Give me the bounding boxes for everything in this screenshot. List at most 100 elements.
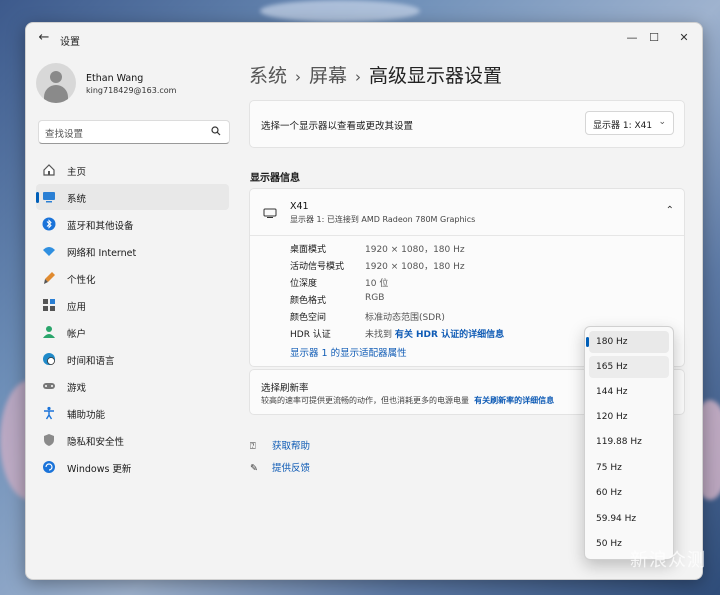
chevron-right-icon: › — [295, 68, 302, 86]
refresh-option-label: 59.94 Hz — [596, 514, 637, 524]
refresh-desc-text: 较高的速率可提供更流畅的动作，但也消耗更多的电源电量 — [261, 396, 469, 405]
info-row-value: 1920 × 1080，180 Hz — [365, 245, 465, 255]
user-email: king718429@163.com — [86, 86, 177, 95]
monitor-icon — [263, 208, 277, 218]
breadcrumb-system[interactable]: 系统 — [249, 65, 287, 87]
sidebar-item-accounts[interactable]: 帐户 — [36, 319, 229, 345]
sidebar-item-windows-update[interactable]: Windows 更新 — [36, 454, 229, 480]
refresh-info-link[interactable]: 有关刷新率的详细信息 — [474, 396, 554, 405]
refresh-option[interactable]: 120 Hz — [589, 406, 669, 428]
refresh-rate-description: 较高的速率可提供更流畅的动作，但也消耗更多的电源电量 有关刷新率的详细信息 — [261, 395, 554, 406]
sidebar-item-label: 蓝牙和其他设备 — [67, 221, 134, 232]
refresh-option-label: 165 Hz — [596, 362, 628, 372]
hdr-status: 未找到 — [365, 330, 393, 340]
app-title: 设置 — [60, 37, 80, 48]
chevron-down-icon: ⌄ — [658, 117, 666, 127]
refresh-option[interactable]: 60 Hz — [589, 482, 669, 504]
sidebar-item-label: 辅助功能 — [67, 410, 106, 421]
apps-icon — [43, 299, 55, 311]
info-row-label: 活动信号模式 — [290, 262, 345, 272]
gamepad-icon — [43, 383, 55, 389]
refresh-option-label: 120 Hz — [596, 412, 628, 422]
sidebar-item-bluetooth[interactable]: 蓝牙和其他设备 — [36, 211, 229, 237]
sidebar-item-home[interactable]: 主页 — [36, 157, 229, 183]
info-row-value: RGB — [365, 293, 385, 303]
info-row-value: 10 位 — [365, 279, 389, 289]
get-help-label: 获取帮助 — [272, 441, 311, 452]
sidebar-item-label: 个性化 — [67, 275, 96, 286]
sidebar-item-label: 时间和语言 — [67, 356, 115, 367]
monitor-connection: 显示器 1: 已连接到 AMD Radeon 780M Graphics — [290, 215, 476, 224]
refresh-option[interactable]: 59.94 Hz — [589, 508, 669, 530]
help-icon: ⍰ — [250, 441, 256, 452]
refresh-option[interactable]: 119.88 Hz — [589, 431, 669, 453]
get-help-link[interactable]: ⍰ 获取帮助 — [250, 438, 310, 452]
feedback-link[interactable]: ✎ 提供反馈 — [250, 460, 310, 474]
back-arrow-icon[interactable]: ← — [36, 30, 52, 46]
info-row-label: 位深度 — [290, 279, 318, 289]
info-row-value: 标准动态范围(SDR) — [365, 313, 445, 323]
chevron-up-icon[interactable]: ⌃ — [666, 205, 674, 216]
sidebar-item-system[interactable]: 系统 — [36, 184, 229, 210]
breadcrumb: 系统 › 屏幕 › 高级显示器设置 — [249, 61, 502, 88]
page-title: 高级显示器设置 — [369, 65, 503, 87]
sidebar-item-label: 帐户 — [67, 329, 87, 340]
refresh-option-label: 180 Hz — [596, 337, 628, 347]
adapter-properties-link[interactable]: 显示器 1 的显示适配器属性 — [290, 345, 407, 359]
maximize-button[interactable]: ☐ — [640, 27, 668, 49]
sidebar-item-gaming[interactable]: 游戏 — [36, 373, 229, 399]
refresh-option[interactable]: 144 Hz — [589, 381, 669, 403]
info-row-label: 桌面模式 — [290, 245, 327, 255]
hdr-label: HDR 认证 — [290, 330, 331, 340]
watermark: 新浪众测 — [630, 550, 706, 571]
account-icon — [43, 326, 55, 338]
sidebar-item-label: 主页 — [67, 167, 87, 178]
sidebar-item-label: 游戏 — [67, 383, 87, 394]
sidebar-item-label: 网络和 Internet — [67, 248, 137, 259]
search-placeholder: 查找设置 — [45, 129, 84, 140]
refresh-option-label: 50 Hz — [596, 539, 622, 549]
sidebar-item-label: 隐私和安全性 — [67, 437, 125, 448]
wallpaper-flower — [260, 0, 420, 22]
update-icon — [43, 461, 55, 473]
search-input[interactable]: 查找设置 — [38, 120, 230, 144]
monitor-select-dropdown[interactable]: 显示器 1: X41 ⌄ — [585, 111, 674, 135]
refresh-rate-title: 选择刷新率 — [261, 383, 309, 394]
sidebar-item-time-language[interactable]: 时间和语言 — [36, 346, 229, 372]
info-row-label: 颜色空间 — [290, 313, 327, 323]
info-row-label: 颜色格式 — [290, 296, 327, 306]
chevron-right-icon: › — [355, 68, 362, 86]
refresh-rate-dropdown[interactable]: 180 Hz 165 Hz 144 Hz 120 Hz 119.88 Hz 75… — [584, 326, 674, 560]
shield-icon — [44, 434, 54, 446]
select-display-label: 选择一个显示器以查看或更改其设置 — [261, 121, 414, 132]
sidebar-item-accessibility[interactable]: 辅助功能 — [36, 400, 229, 426]
sidebar-item-network[interactable]: 网络和 Internet — [36, 238, 229, 264]
breadcrumb-display[interactable]: 屏幕 — [309, 65, 347, 87]
feedback-label: 提供反馈 — [272, 463, 311, 474]
close-button[interactable]: ✕ — [670, 27, 698, 49]
select-display-card: 选择一个显示器以查看或更改其设置 显示器 1: X41 ⌄ — [249, 100, 685, 148]
wifi-icon — [43, 247, 55, 256]
info-row-value: 1920 × 1080，180 Hz — [365, 262, 465, 272]
refresh-option-label: 144 Hz — [596, 387, 628, 397]
sidebar-item-personalization[interactable]: 个性化 — [36, 265, 229, 291]
hdr-info-link[interactable]: 有关 HDR 认证的详细信息 — [395, 330, 504, 340]
search-icon — [211, 126, 221, 136]
brush-icon — [44, 272, 55, 284]
system-icon — [43, 192, 55, 203]
display-info-header[interactable]: X41 显示器 1: 已连接到 AMD Radeon 780M Graphics… — [250, 189, 684, 236]
home-icon — [43, 164, 55, 176]
sidebar-item-label: 系统 — [67, 194, 87, 205]
hdr-value: 未找到 有关 HDR 认证的详细信息 — [365, 327, 504, 340]
refresh-option[interactable]: 75 Hz — [589, 457, 669, 479]
refresh-option[interactable]: 165 Hz — [589, 356, 669, 378]
refresh-option[interactable]: 180 Hz — [586, 331, 669, 353]
monitor-name: X41 — [290, 201, 309, 212]
sidebar-item-privacy[interactable]: 隐私和安全性 — [36, 427, 229, 453]
feedback-icon: ✎ — [250, 463, 258, 474]
avatar — [36, 63, 76, 103]
sidebar-item-apps[interactable]: 应用 — [36, 292, 229, 318]
refresh-option-label: 119.88 Hz — [596, 437, 642, 447]
sidebar-item-label: 应用 — [67, 302, 87, 313]
title-bar: ← 设置 — ☐ ✕ — [26, 23, 702, 53]
